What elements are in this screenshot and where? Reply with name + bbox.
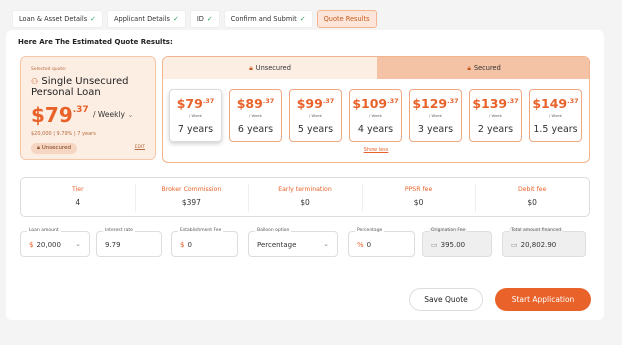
tab-unsecured[interactable]: 🔒︎ Unsecured — [163, 57, 377, 79]
show-less-link[interactable]: Show less — [163, 147, 589, 153]
page-title: Here Are The Estimated Quote Results: — [18, 38, 173, 46]
step-tabs: Loan & Asset Details ✓ Applicant Details ✓… — [12, 10, 377, 28]
origination-fee-field: Origination Fee ▭ 395.00 — [422, 228, 492, 257]
start-application-button[interactable]: Start Application — [495, 288, 591, 311]
stat-tier: Tier 4 — [71, 186, 84, 207]
stat-broker-commission: Broker Commission $397 — [134, 178, 249, 216]
total-financed-field: Total amount financed ▭ 20,802.90 — [502, 228, 586, 257]
interest-rate-input[interactable]: Interest rate 9.79 — [96, 228, 162, 257]
quote-options-row: $79.37 / Week 7 years $89.37 / Week 6 ye… — [169, 89, 582, 142]
chevron-down-icon: ⌄ — [127, 110, 134, 119]
quote-stats: Tier 4 Broker Commission $397 Early termin… — [20, 177, 590, 217]
selected-quote-name: ⚇ Single Unsecured Personal Loan — [31, 76, 129, 98]
card-icon: ▭ — [431, 241, 438, 249]
tab-secured[interactable]: 🔒︎ Secured — [377, 57, 589, 79]
loan-type-tabs: 🔒︎ Unsecured 🔒︎ Secured — [163, 57, 589, 79]
frequency-select[interactable]: / Weekly ⌄ — [93, 110, 134, 119]
stat-early-termination: Early termination $0 — [248, 178, 362, 216]
check-icon: ✓ — [206, 15, 213, 23]
selected-quote-price: $79.37 — [31, 103, 89, 127]
quote-results-card: Here Are The Estimated Quote Results: Se… — [6, 30, 604, 320]
quote-option[interactable]: $129.37 / Week 3 years — [409, 89, 462, 142]
tab-confirm-submit[interactable]: Confirm and Submit ✓ — [223, 10, 313, 28]
loan-amount-select[interactable]: Loan amount $20,000 ⌄ — [20, 228, 90, 257]
quote-options-panel: 🔒︎ Unsecured 🔒︎ Secured $79.37 / Week 7 ye… — [162, 56, 590, 163]
loan-type-badge: 🔒︎ Unsecured — [31, 143, 77, 154]
balloon-option-select[interactable]: Balloon option Percentage ⌄ — [248, 228, 338, 257]
save-quote-button[interactable]: Save Quote — [409, 288, 483, 311]
edit-link[interactable]: EDIT — [135, 145, 145, 150]
check-icon: ✓ — [172, 15, 179, 23]
stat-debit-fee: Debit fee $0 — [475, 178, 589, 216]
tab-quote-results[interactable]: Quote Results — [316, 10, 377, 28]
tab-applicant-details[interactable]: Applicant Details ✓ — [107, 10, 186, 28]
tab-loan-asset-details[interactable]: Loan & Asset Details ✓ — [12, 10, 103, 28]
check-icon: ✓ — [299, 15, 306, 23]
lock-icon: 🔒︎ — [467, 63, 471, 72]
lock-icon: 🔒︎ — [249, 63, 253, 72]
quote-option[interactable]: $79.37 / Week 7 years — [169, 89, 222, 142]
stat-ppsr-fee: PPSR fee $0 — [361, 178, 476, 216]
lock-icon: 🔒︎ — [37, 145, 40, 151]
selected-quote-card: Selected quote: ⚇ Single Unsecured Perso… — [20, 56, 156, 160]
card-icon: ▭ — [511, 241, 518, 249]
tab-id[interactable]: ID ✓ — [189, 10, 220, 28]
chevron-down-icon: ⌄ — [323, 240, 329, 248]
quote-option[interactable]: $99.37 / Week 5 years — [289, 89, 342, 142]
quote-option[interactable]: $139.37 / Week 2 years — [469, 89, 522, 142]
quote-option[interactable]: $89.37 / Week 6 years — [229, 89, 282, 142]
chevron-down-icon: ⌄ — [75, 240, 81, 248]
check-icon: ✓ — [90, 15, 96, 23]
person-icon: ⚇ — [31, 77, 39, 86]
establishment-fee-input[interactable]: Establishment Fee $0 — [171, 228, 238, 257]
selected-quote-meta: $20,000 | 9.79% | 7 years — [31, 131, 96, 137]
quote-option[interactable]: $149.37 / Week 1.5 years — [529, 89, 582, 142]
percentage-input[interactable]: Percentage % 0 — [348, 228, 415, 257]
selected-quote-label: Selected quote: — [31, 67, 67, 72]
quote-option[interactable]: $109.37 / Week 4 years — [349, 89, 402, 142]
